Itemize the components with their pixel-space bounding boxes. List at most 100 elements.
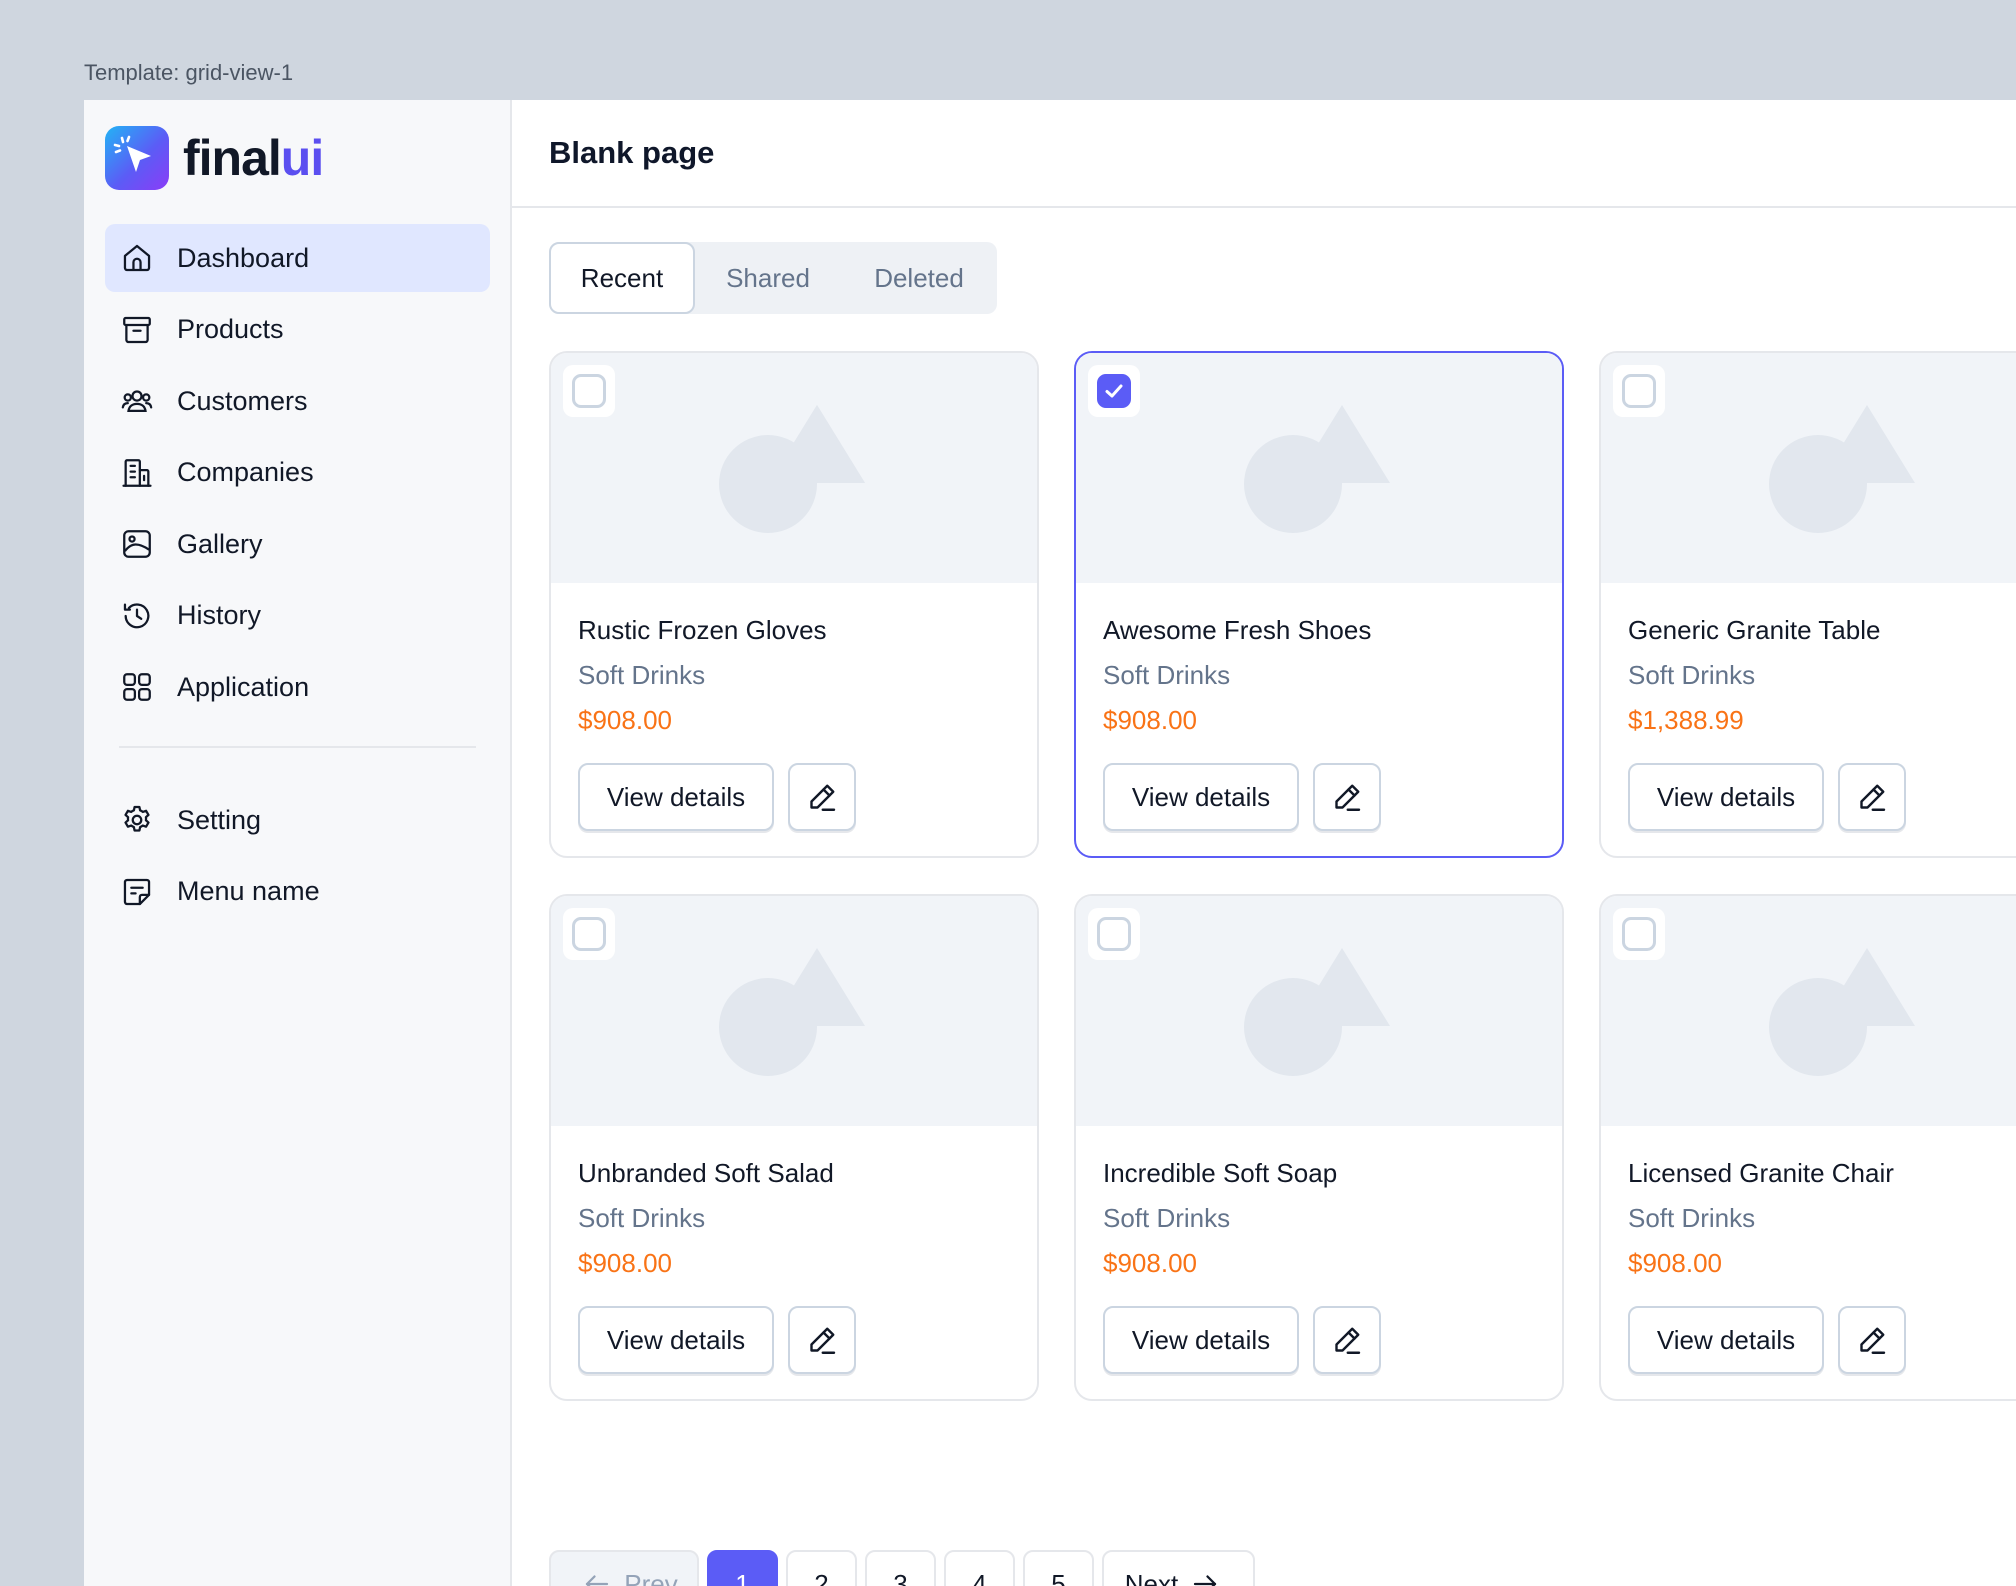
select-checkbox[interactable]	[563, 908, 615, 960]
view-details-button[interactable]: View details	[1628, 1306, 1824, 1374]
product-image-placeholder	[551, 353, 1037, 583]
tab-recent[interactable]: Recent	[549, 242, 695, 314]
next-page-button[interactable]: Next	[1102, 1550, 1255, 1586]
sidebar-nav: Dashboard Products Customers Companies G…	[105, 224, 490, 926]
product-card[interactable]: Unbranded Soft Salad Soft Drinks $908.00…	[549, 894, 1039, 1401]
view-details-button[interactable]: View details	[1103, 1306, 1299, 1374]
view-details-button[interactable]: View details	[578, 763, 774, 831]
pagination: Prev 1 2 3 4 5 Next	[549, 1550, 1263, 1586]
sidebar-item-history[interactable]: History	[105, 582, 490, 650]
page-header: Blank page	[512, 100, 2016, 208]
next-label: Next	[1124, 1568, 1179, 1586]
view-details-button[interactable]: View details	[1103, 763, 1299, 831]
select-checkbox[interactable]	[1088, 908, 1140, 960]
page-button-1[interactable]: 1	[707, 1550, 778, 1586]
page-button-4[interactable]: 4	[944, 1550, 1015, 1586]
sidebar-item-label: Gallery	[177, 528, 263, 559]
select-checkbox[interactable]	[1613, 365, 1665, 417]
product-card[interactable]: Rustic Frozen Gloves Soft Drinks $908.00…	[549, 351, 1039, 858]
product-image-placeholder	[1601, 896, 2016, 1126]
pencil-icon	[1860, 1327, 1886, 1354]
product-card[interactable]: Incredible Soft Soap Soft Drinks $908.00…	[1074, 894, 1564, 1401]
sidebar-item-setting[interactable]: Setting	[105, 786, 490, 854]
product-title: Unbranded Soft Salad	[578, 1158, 834, 1188]
product-category: Soft Drinks	[1103, 660, 1231, 690]
image-placeholder-icon	[1769, 948, 1915, 1076]
image-placeholder-icon	[1244, 948, 1390, 1076]
checkbox-box	[1622, 374, 1656, 408]
checkbox-box	[572, 917, 606, 951]
image-icon	[119, 526, 155, 562]
sidebar-item-dashboard[interactable]: Dashboard	[105, 224, 490, 292]
page-button-2[interactable]: 2	[786, 1550, 857, 1586]
page-button-3[interactable]: 3	[865, 1550, 936, 1586]
prev-page-button[interactable]: Prev	[549, 1550, 699, 1586]
tab-bar: Recent Shared Deleted	[549, 242, 997, 314]
app-window: finalui Dashboard Products Customers Com…	[84, 100, 2016, 1586]
template-label: Template: grid-view-1	[84, 60, 294, 85]
product-card[interactable]: Generic Granite Table Soft Drinks $1,388…	[1599, 351, 2016, 858]
product-title: Rustic Frozen Gloves	[578, 615, 827, 645]
image-placeholder-icon	[1244, 405, 1390, 533]
sidebar-item-customers[interactable]: Customers	[105, 367, 490, 435]
product-title: Generic Granite Table	[1628, 615, 1881, 645]
checkbox-box-checked	[1097, 374, 1131, 408]
view-details-button[interactable]: View details	[578, 1306, 774, 1374]
pencil-icon	[810, 784, 836, 811]
select-checkbox[interactable]	[1088, 365, 1140, 417]
product-image-placeholder	[1601, 353, 2016, 583]
product-price: $908.00	[1103, 705, 1197, 735]
sidebar-item-menu-name[interactable]: Menu name	[105, 858, 490, 926]
product-category: Soft Drinks	[578, 660, 706, 690]
tab-deleted[interactable]: Deleted	[841, 242, 997, 314]
cursor-click-icon	[105, 126, 169, 190]
sidebar-item-label: Menu name	[177, 876, 320, 906]
image-placeholder-icon	[719, 405, 865, 533]
product-image-placeholder	[551, 896, 1037, 1126]
edit-button[interactable]	[1313, 1306, 1381, 1374]
sidebar-item-label: History	[177, 600, 262, 630]
sticky-note-icon	[119, 874, 155, 910]
brand-logo[interactable]: finalui	[105, 126, 490, 190]
home-icon	[119, 240, 155, 276]
product-category: Soft Drinks	[1103, 1203, 1231, 1233]
arrow-right-icon	[1190, 1569, 1220, 1586]
sidebar-item-label: Setting	[177, 804, 262, 835]
product-card-selected[interactable]: Awesome Fresh Shoes Soft Drinks $908.00 …	[1074, 351, 1564, 858]
select-checkbox[interactable]	[1613, 908, 1665, 960]
view-details-button[interactable]: View details	[1628, 763, 1824, 831]
image-placeholder-icon	[719, 948, 865, 1076]
image-placeholder-icon	[1769, 405, 1915, 533]
pencil-icon	[1335, 784, 1361, 811]
tab-shared[interactable]: Shared	[695, 242, 841, 314]
select-checkbox[interactable]	[563, 365, 615, 417]
edit-button[interactable]	[1838, 1306, 1906, 1374]
sidebar-item-label: Dashboard	[177, 242, 310, 273]
edit-button[interactable]	[788, 1306, 856, 1374]
page-button-5[interactable]: 5	[1023, 1550, 1094, 1586]
pencil-icon	[1335, 1327, 1361, 1354]
sidebar: finalui Dashboard Products Customers Com…	[84, 100, 512, 1586]
checkbox-box	[1622, 917, 1656, 951]
edit-button[interactable]	[1838, 763, 1906, 831]
checkmark-icon	[1105, 384, 1123, 398]
brand-name: finalui	[183, 130, 324, 186]
archive-box-icon	[119, 312, 155, 348]
edit-button[interactable]	[788, 763, 856, 831]
pencil-icon	[810, 1327, 836, 1354]
product-price: $908.00	[1103, 1248, 1197, 1278]
sidebar-item-gallery[interactable]: Gallery	[105, 510, 490, 578]
sidebar-item-products[interactable]: Products	[105, 296, 490, 364]
product-price: $908.00	[578, 705, 672, 735]
gear-icon	[119, 802, 155, 838]
product-category: Soft Drinks	[1628, 1203, 1756, 1233]
product-card[interactable]: Licensed Granite Chair Soft Drinks $908.…	[1599, 894, 2016, 1401]
product-image-placeholder	[1076, 353, 1562, 583]
sidebar-item-companies[interactable]: Companies	[105, 439, 490, 507]
sidebar-item-application[interactable]: Application	[105, 653, 490, 721]
edit-button[interactable]	[1313, 763, 1381, 831]
grid-apps-icon	[119, 669, 155, 705]
clock-history-icon	[119, 598, 155, 634]
page-title: Blank page	[549, 135, 715, 170]
arrow-left-icon	[582, 1569, 612, 1586]
